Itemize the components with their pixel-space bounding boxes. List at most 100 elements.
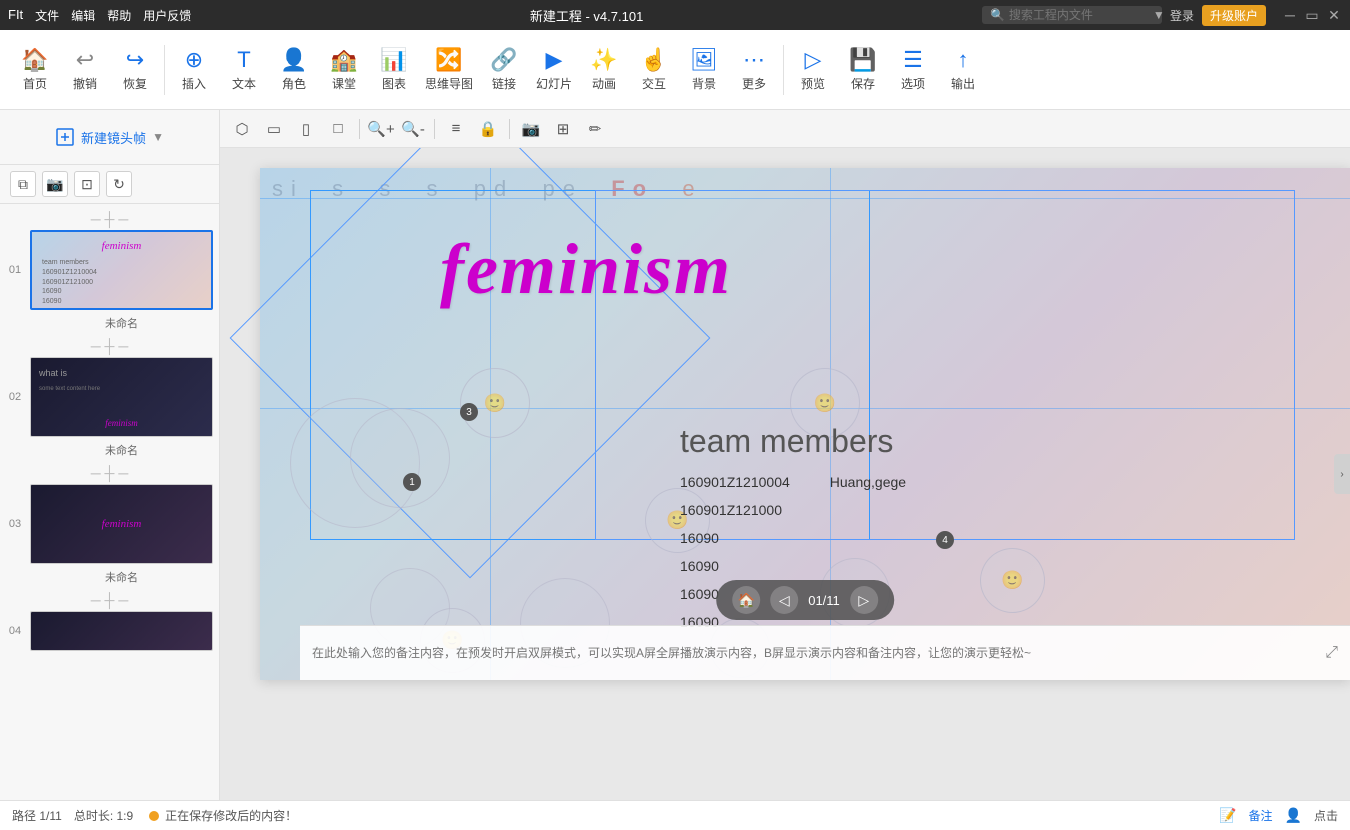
- slide-item-1: 01 feminism team members160901Z121000416…: [0, 230, 219, 314]
- text-button[interactable]: T 文本: [219, 35, 269, 105]
- upgrade-button[interactable]: 升级账户: [1202, 5, 1266, 26]
- notes-label[interactable]: 备注: [1249, 807, 1273, 824]
- text-icon: T: [237, 47, 250, 73]
- interaction-icon: ☝: [640, 47, 667, 73]
- select-button[interactable]: ☰ 选项: [888, 35, 938, 105]
- shape-round-btn[interactable]: ▯: [292, 115, 320, 143]
- points-label[interactable]: 点击: [1314, 807, 1338, 824]
- notes-expand-button[interactable]: ⤢: [1325, 644, 1338, 662]
- member-name-1: Huang,gege: [830, 468, 906, 496]
- search-box[interactable]: 🔍 ▼: [982, 6, 1162, 24]
- more-button[interactable]: ⋯ 更多: [729, 35, 779, 105]
- menu-help[interactable]: 帮助: [107, 7, 131, 24]
- slide-3-title: feminism: [102, 518, 142, 530]
- classroom-button[interactable]: 🏫 课堂: [319, 35, 369, 105]
- search-input[interactable]: [1009, 8, 1149, 22]
- toolbar: 🏠 首页 ↩ 撤销 ↪ 恢复 ⊕ 插入 T 文本 👤 角色 🏫 课堂: [0, 30, 1350, 110]
- home-button[interactable]: 🏠 首页: [10, 35, 60, 105]
- add-frame-icon: [55, 127, 75, 147]
- member-id-1: 160901Z1210004: [680, 468, 790, 496]
- search-dropdown-icon[interactable]: ▼: [1153, 8, 1165, 22]
- points-status-icon: 👤: [1285, 807, 1302, 824]
- menu-edit[interactable]: 编辑: [71, 7, 95, 24]
- menu-feedback[interactable]: 用户反馈: [143, 7, 191, 24]
- slide-thumbnail-1[interactable]: feminism team members160901Z121000416090…: [30, 230, 213, 310]
- maximize-button[interactable]: ▭: [1304, 7, 1320, 23]
- toolbar-insert-group: ⊕ 插入 T 文本 👤 角色 🏫 课堂 📊 图表 🔀 思维导图 🔗 链接 ▶: [169, 35, 779, 105]
- interaction-button[interactable]: ☝ 交互: [629, 35, 679, 105]
- minimize-button[interactable]: ─: [1282, 7, 1298, 23]
- play-home-button[interactable]: 🏠: [732, 586, 760, 614]
- close-button[interactable]: ✕: [1326, 7, 1342, 23]
- chart-button[interactable]: 📊 图表: [369, 35, 419, 105]
- slide-button[interactable]: ▶ 幻灯片: [529, 35, 579, 105]
- align-btn[interactable]: ≡: [442, 115, 470, 143]
- slide-thumbnail-3[interactable]: feminism: [30, 484, 213, 564]
- role-button[interactable]: 👤 角色: [269, 35, 319, 105]
- animation-icon: ✨: [590, 47, 617, 73]
- save-button[interactable]: 💾 保存: [838, 35, 888, 105]
- background-button[interactable]: 🖼 背景: [679, 35, 729, 105]
- zoom-out-btn[interactable]: 🔍-: [399, 115, 427, 143]
- selection-button[interactable]: ⊡: [74, 171, 100, 197]
- classroom-icon: 🏫: [330, 47, 357, 73]
- screenshot-button[interactable]: 📷: [42, 171, 68, 197]
- select-icon: ☰: [903, 47, 923, 73]
- shape-rect-btn[interactable]: ▭: [260, 115, 288, 143]
- window-title: 新建工程 - v4.7.101: [530, 6, 643, 25]
- canvas-divider-2: [434, 119, 435, 139]
- titlebar-menu: FIt 文件 编辑 帮助 用户反馈: [8, 7, 191, 24]
- notes-input[interactable]: [312, 646, 1325, 660]
- grid-btn[interactable]: ⊞: [549, 115, 577, 143]
- rotate-button[interactable]: ↻: [106, 171, 132, 197]
- undo-icon: ↩: [76, 47, 94, 73]
- shape-home-btn[interactable]: ⬡: [228, 115, 256, 143]
- screenshot-tool-btn[interactable]: 📷: [517, 115, 545, 143]
- copy-icon: ⧉: [18, 176, 28, 193]
- undo-button[interactable]: ↩ 撤销: [60, 35, 110, 105]
- mindmap-icon: 🔀: [435, 47, 462, 73]
- zoom-in-btn[interactable]: 🔍+: [367, 115, 395, 143]
- preview-button[interactable]: ▷ 预览: [788, 35, 838, 105]
- main-area: 新建镜头帧 ▼ ⧉ 📷 ⊡ ↻ ─ ┼ ─ 01: [0, 110, 1350, 800]
- add-frame-button[interactable]: 新建镜头帧 ▼: [0, 110, 219, 165]
- slide-item-2: 02 what is some text content here femini…: [0, 357, 219, 441]
- play-prev-button[interactable]: ◁: [770, 586, 798, 614]
- right-panel-collapse-button[interactable]: ›: [1334, 454, 1350, 494]
- link-icon: 🔗: [490, 47, 517, 73]
- slide-separator-1: ─ ┼ ─: [0, 208, 219, 230]
- lock-btn[interactable]: 🔒: [474, 115, 502, 143]
- more-icon: ⋯: [743, 47, 765, 73]
- slide-thumbnail-2[interactable]: what is some text content here feminism: [30, 357, 213, 437]
- duration-info: 总时长: 1:9: [74, 807, 133, 824]
- selection-icon: ⊡: [81, 176, 93, 193]
- playbar: 🏠 ◁ 01/11 ▷: [716, 580, 894, 620]
- play-counter: 01/11: [808, 593, 840, 608]
- play-next-button[interactable]: ▷: [850, 586, 878, 614]
- add-frame-dropdown-icon[interactable]: ▼: [152, 130, 164, 144]
- shape-square-btn[interactable]: □: [324, 115, 352, 143]
- insert-icon: ⊕: [185, 47, 203, 73]
- menu-file[interactable]: 文件: [35, 7, 59, 24]
- bubble-2: [350, 408, 450, 508]
- insert-button[interactable]: ⊕ 插入: [169, 35, 219, 105]
- redo-icon: ↪: [126, 47, 144, 73]
- slide-separator-4: ─ ┼ ─: [0, 589, 219, 611]
- animation-button[interactable]: ✨ 动画: [579, 35, 629, 105]
- link-button[interactable]: 🔗 链接: [479, 35, 529, 105]
- edit-btn[interactable]: ✏: [581, 115, 609, 143]
- copy-frame-button[interactable]: ⧉: [10, 171, 36, 197]
- slide-item-3: 03 feminism: [0, 484, 219, 568]
- redo-button[interactable]: ↪ 恢复: [110, 35, 160, 105]
- canvas-divider-3: [509, 119, 510, 139]
- status-center: 正在保存修改后的内容！: [149, 807, 1203, 824]
- slide-thumbnail-4[interactable]: [30, 611, 213, 651]
- toolbar-main-group: 🏠 首页 ↩ 撤销 ↪ 恢复: [10, 35, 160, 105]
- export-button[interactable]: ↑ 输出: [938, 35, 988, 105]
- login-button[interactable]: 登录: [1170, 7, 1194, 24]
- mindmap-button[interactable]: 🔀 思维导图: [419, 35, 479, 105]
- diamond-guide: [230, 148, 711, 578]
- canvas-slide[interactable]: si s s s pd pe Fo e 4: [260, 168, 1350, 680]
- team-members-heading[interactable]: team members: [680, 423, 893, 460]
- feminism-title[interactable]: feminism: [440, 228, 732, 311]
